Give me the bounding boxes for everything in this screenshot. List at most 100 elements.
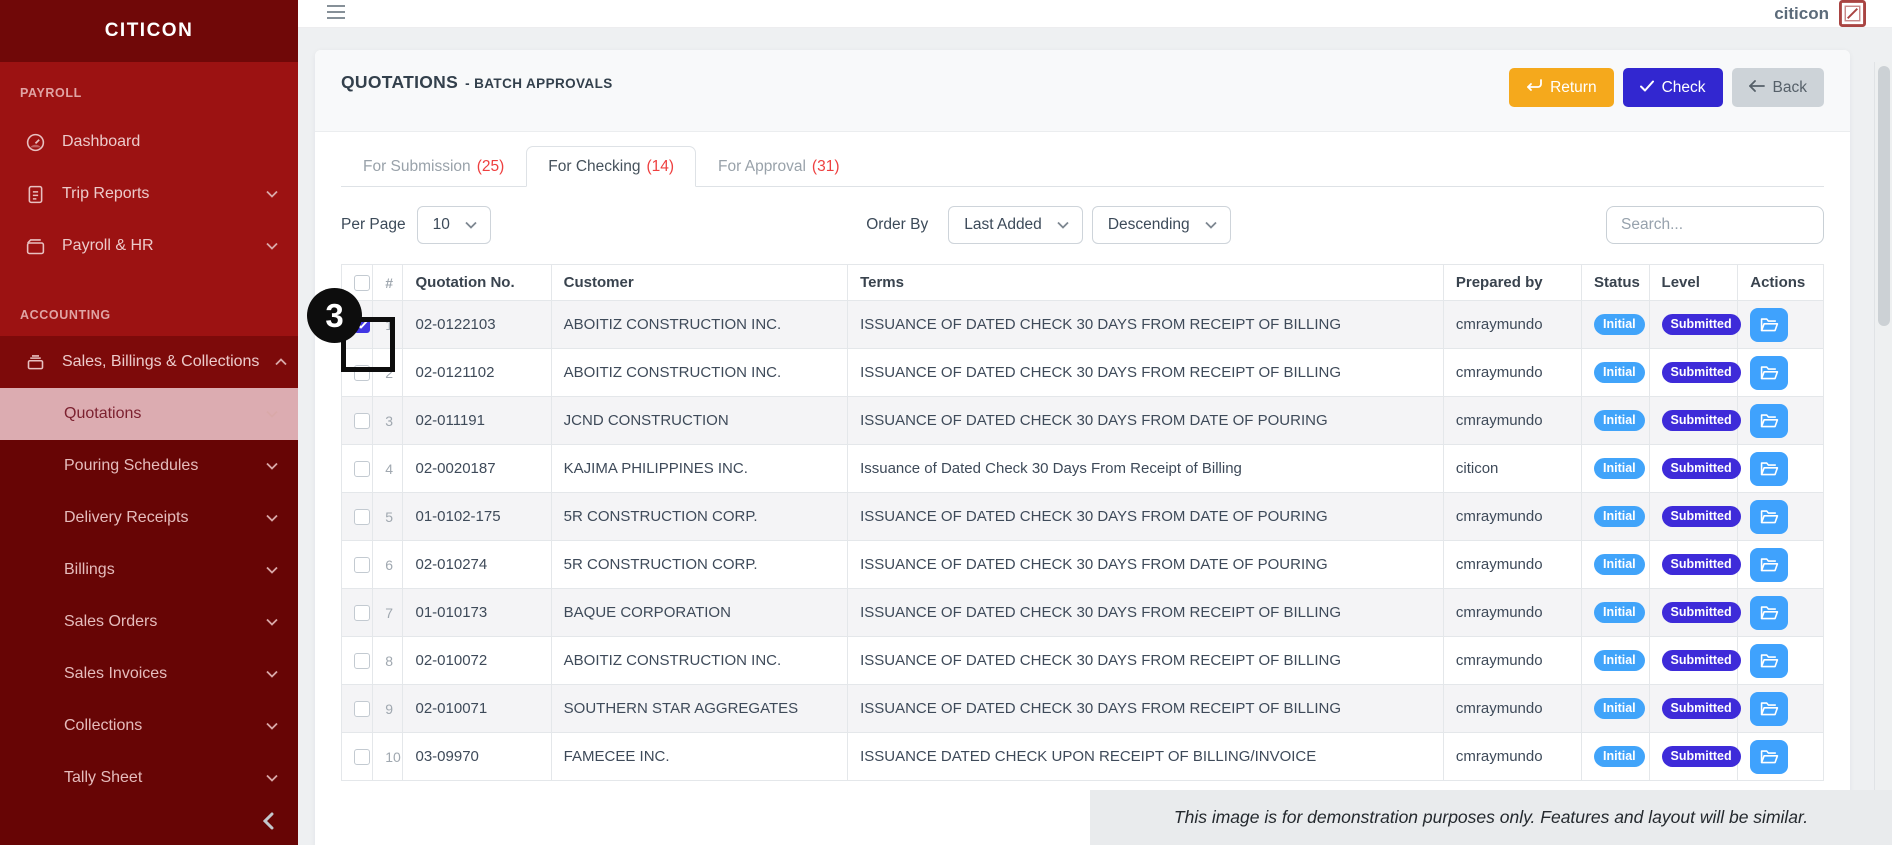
row-checkbox[interactable] bbox=[354, 701, 370, 717]
row-number: 7 bbox=[373, 589, 403, 637]
table-row[interactable]: 1 02-0122103 ABOITIZ CONSTRUCTION INC. I… bbox=[342, 301, 1824, 349]
hamburger-icon bbox=[326, 4, 346, 23]
table-row[interactable]: 5 01-0102-175 5R CONSTRUCTION CORP. ISSU… bbox=[342, 493, 1824, 541]
sidebar-subitem-tally-sheet[interactable]: Tally Sheet bbox=[0, 752, 298, 804]
sidebar-item-dashboard[interactable]: Dashboard bbox=[0, 116, 298, 168]
per-page-select[interactable]: 10 bbox=[417, 206, 491, 244]
row-checkbox[interactable] bbox=[354, 653, 370, 669]
open-folder-button[interactable] bbox=[1750, 500, 1788, 534]
table-row[interactable]: 10 03-09970 FAMECEE INC. ISSUANCE DATED … bbox=[342, 733, 1824, 781]
row-checkbox[interactable] bbox=[354, 317, 370, 333]
sidebar-subitem-collections[interactable]: Collections bbox=[0, 700, 298, 752]
sidebar-item-trip-reports[interactable]: Trip Reports bbox=[0, 168, 298, 220]
status-badge: Initial bbox=[1594, 698, 1645, 720]
table-row[interactable]: 2 02-0121102 ABOITIZ CONSTRUCTION INC. I… bbox=[342, 349, 1824, 397]
customer-cell: FAMECEE INC. bbox=[551, 733, 847, 781]
chevron-down-icon bbox=[1057, 221, 1069, 229]
sidebar-subitem-sales-invoices[interactable]: Sales Invoices bbox=[0, 648, 298, 700]
return-button[interactable]: Return bbox=[1509, 68, 1614, 107]
scrollbar-thumb[interactable] bbox=[1878, 66, 1890, 326]
column-header-number: # bbox=[373, 265, 403, 301]
quotation-no-cell: 02-010072 bbox=[403, 637, 551, 685]
prepared-by-cell: cmraymundo bbox=[1443, 349, 1581, 397]
open-folder-button[interactable] bbox=[1750, 740, 1788, 774]
check-button[interactable]: Check bbox=[1623, 68, 1723, 107]
open-folder-button[interactable] bbox=[1750, 596, 1788, 630]
terms-cell: ISSUANCE OF DATED CHECK 30 DAYS FROM DAT… bbox=[848, 397, 1444, 445]
level-badge: Submitted bbox=[1662, 554, 1741, 576]
wallet-icon bbox=[24, 235, 46, 257]
table-row[interactable]: 9 02-010071 SOUTHERN STAR AGGREGATES ISS… bbox=[342, 685, 1824, 733]
table-row[interactable]: 7 01-010173 BAQUE CORPORATION ISSUANCE O… bbox=[342, 589, 1824, 637]
row-checkbox[interactable] bbox=[354, 509, 370, 525]
back-button[interactable]: Back bbox=[1732, 68, 1824, 107]
open-folder-button[interactable] bbox=[1750, 452, 1788, 486]
table-row[interactable]: 3 02-011191 JCND CONSTRUCTION ISSUANCE O… bbox=[342, 397, 1824, 445]
back-arrow-icon bbox=[1749, 79, 1765, 97]
prepared-by-cell: cmraymundo bbox=[1443, 397, 1581, 445]
sidebar-item-sales-billings-collections[interactable]: Sales, Billings & Collections bbox=[0, 336, 298, 388]
search-input[interactable] bbox=[1606, 206, 1824, 244]
row-checkbox[interactable] bbox=[354, 605, 370, 621]
open-folder-button[interactable] bbox=[1750, 644, 1788, 678]
open-folder-button[interactable] bbox=[1750, 356, 1788, 390]
table-row[interactable]: 8 02-010072 ABOITIZ CONSTRUCTION INC. IS… bbox=[342, 637, 1824, 685]
level-badge: Submitted bbox=[1662, 602, 1741, 624]
terms-cell: ISSUANCE OF DATED CHECK 30 DAYS FROM REC… bbox=[848, 349, 1444, 397]
chevron-left-icon bbox=[263, 812, 274, 835]
chevron-down-icon bbox=[266, 410, 278, 418]
sidebar-collapse-button[interactable] bbox=[254, 809, 282, 837]
table-row[interactable]: 4 02-0020187 KAJIMA PHILIPPINES INC. Iss… bbox=[342, 445, 1824, 493]
tab-for-approval[interactable]: For Approval (31) bbox=[696, 146, 861, 187]
hamburger-menu-button[interactable] bbox=[326, 4, 346, 23]
order-field-select[interactable]: Last Added bbox=[948, 206, 1083, 244]
sidebar-item-label: Dashboard bbox=[62, 133, 278, 151]
sales-billings-submenu: Quotations Pouring Schedules Delivery Re… bbox=[0, 388, 298, 845]
level-badge: Submitted bbox=[1662, 746, 1741, 768]
select-all-checkbox[interactable] bbox=[354, 275, 370, 291]
open-folder-button[interactable] bbox=[1750, 692, 1788, 726]
open-folder-button[interactable] bbox=[1750, 404, 1788, 438]
column-header-quotation-no: Quotation No. bbox=[403, 265, 551, 301]
sidebar-subitem-sales-orders[interactable]: Sales Orders bbox=[0, 596, 298, 648]
prepared-by-cell: citicon bbox=[1443, 445, 1581, 493]
row-checkbox[interactable] bbox=[354, 557, 370, 573]
level-badge: Submitted bbox=[1662, 314, 1741, 336]
sidebar-subitem-delivery-receipts[interactable]: Delivery Receipts bbox=[0, 492, 298, 544]
open-folder-button[interactable] bbox=[1750, 308, 1788, 342]
status-badge: Initial bbox=[1594, 602, 1645, 624]
sidebar-subitem-pouring-schedules[interactable]: Pouring Schedules bbox=[0, 440, 298, 492]
row-checkbox[interactable] bbox=[354, 749, 370, 765]
sidebar-item-payroll-hr[interactable]: Payroll & HR bbox=[0, 220, 298, 272]
customer-cell: ABOITIZ CONSTRUCTION INC. bbox=[551, 637, 847, 685]
disclaimer-text: This image is for demonstration purposes… bbox=[1174, 807, 1808, 828]
table-row[interactable]: 6 02-010274 5R CONSTRUCTION CORP. ISSUAN… bbox=[342, 541, 1824, 589]
column-header-status: Status bbox=[1581, 265, 1649, 301]
return-arrow-icon bbox=[1526, 79, 1542, 97]
chevron-down-icon bbox=[266, 242, 278, 250]
order-direction-select[interactable]: Descending bbox=[1092, 206, 1231, 244]
row-checkbox[interactable] bbox=[354, 365, 370, 381]
per-page-group: Per Page 10 bbox=[341, 206, 491, 244]
tab-for-submission[interactable]: For Submission (25) bbox=[341, 146, 526, 187]
page-scrollbar[interactable] bbox=[1874, 62, 1892, 845]
prepared-by-cell: cmraymundo bbox=[1443, 589, 1581, 637]
row-checkbox[interactable] bbox=[354, 413, 370, 429]
level-badge: Submitted bbox=[1662, 362, 1741, 384]
tab-for-checking[interactable]: For Checking (14) bbox=[526, 146, 696, 187]
section-label-payroll: PAYROLL bbox=[20, 86, 298, 100]
chevron-down-icon bbox=[266, 722, 278, 730]
terms-cell: ISSUANCE OF DATED CHECK 30 DAYS FROM DAT… bbox=[848, 493, 1444, 541]
row-checkbox[interactable] bbox=[354, 461, 370, 477]
customer-cell: KAJIMA PHILIPPINES INC. bbox=[551, 445, 847, 493]
prepared-by-cell: cmraymundo bbox=[1443, 301, 1581, 349]
edit-box-icon bbox=[1839, 0, 1866, 27]
terms-cell: ISSUANCE OF DATED CHECK 30 DAYS FROM REC… bbox=[848, 685, 1444, 733]
sidebar-subitem-billings[interactable]: Billings bbox=[0, 544, 298, 596]
sidebar-subitem-quotations[interactable]: Quotations bbox=[0, 388, 298, 440]
quotation-no-cell: 02-011191 bbox=[403, 397, 551, 445]
row-number: 2 bbox=[373, 349, 403, 397]
sidebar-logo: CITICON bbox=[0, 0, 298, 62]
open-folder-button[interactable] bbox=[1750, 548, 1788, 582]
chevron-down-icon bbox=[266, 566, 278, 574]
